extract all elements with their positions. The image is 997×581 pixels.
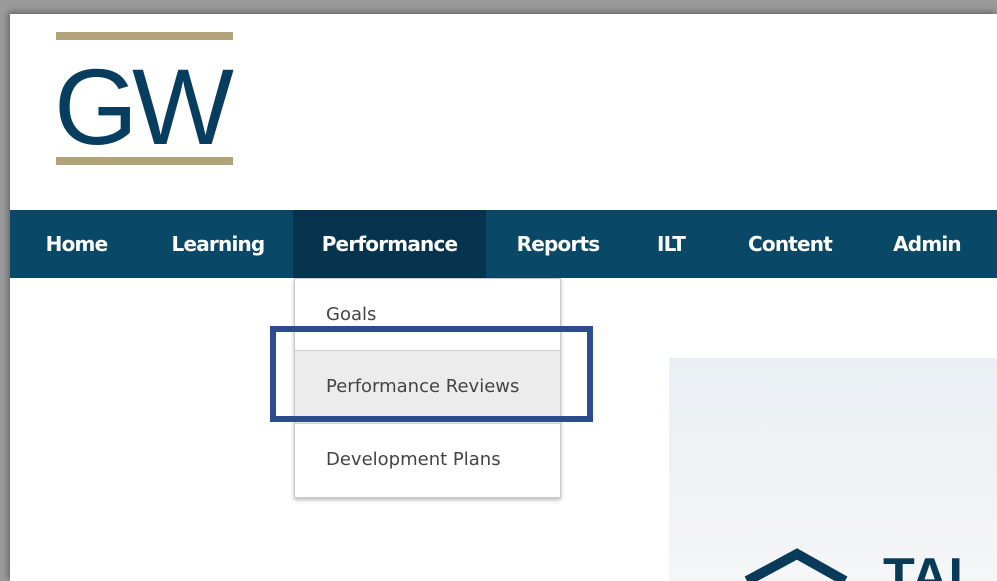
house-roof-icon [744, 548, 848, 581]
main-nav: Home Learning Performance Reports ILT Co… [10, 210, 997, 278]
nav-performance[interactable]: Performance [293, 210, 486, 278]
browser-window: GW Home Learning Performance Reports ILT… [10, 14, 997, 581]
nav-reports[interactable]: Reports [486, 210, 630, 278]
logo-wordmark: GW [54, 48, 234, 160]
hero-banner: TAL [669, 358, 997, 581]
nav-home[interactable]: Home [10, 210, 143, 278]
logo-text: GW [54, 48, 234, 160]
nav-content[interactable]: Content [712, 210, 868, 278]
menu-item-goals[interactable]: Goals [295, 279, 560, 351]
menu-item-development-plans[interactable]: Development Plans [295, 424, 560, 496]
menu-item-performance-reviews[interactable]: Performance Reviews [295, 351, 560, 423]
logo-bottom-bar [56, 157, 233, 165]
logo-top-bar [56, 32, 233, 40]
nav-admin[interactable]: Admin [868, 210, 986, 278]
performance-dropdown-menu: Goals Performance Reviews Development Pl… [294, 278, 561, 498]
hero-text: TAL [883, 548, 980, 581]
hero-graphic: TAL [744, 548, 980, 581]
nav-ilt[interactable]: ILT [630, 210, 712, 278]
nav-learning[interactable]: Learning [143, 210, 293, 278]
gw-logo[interactable]: GW [54, 32, 234, 170]
